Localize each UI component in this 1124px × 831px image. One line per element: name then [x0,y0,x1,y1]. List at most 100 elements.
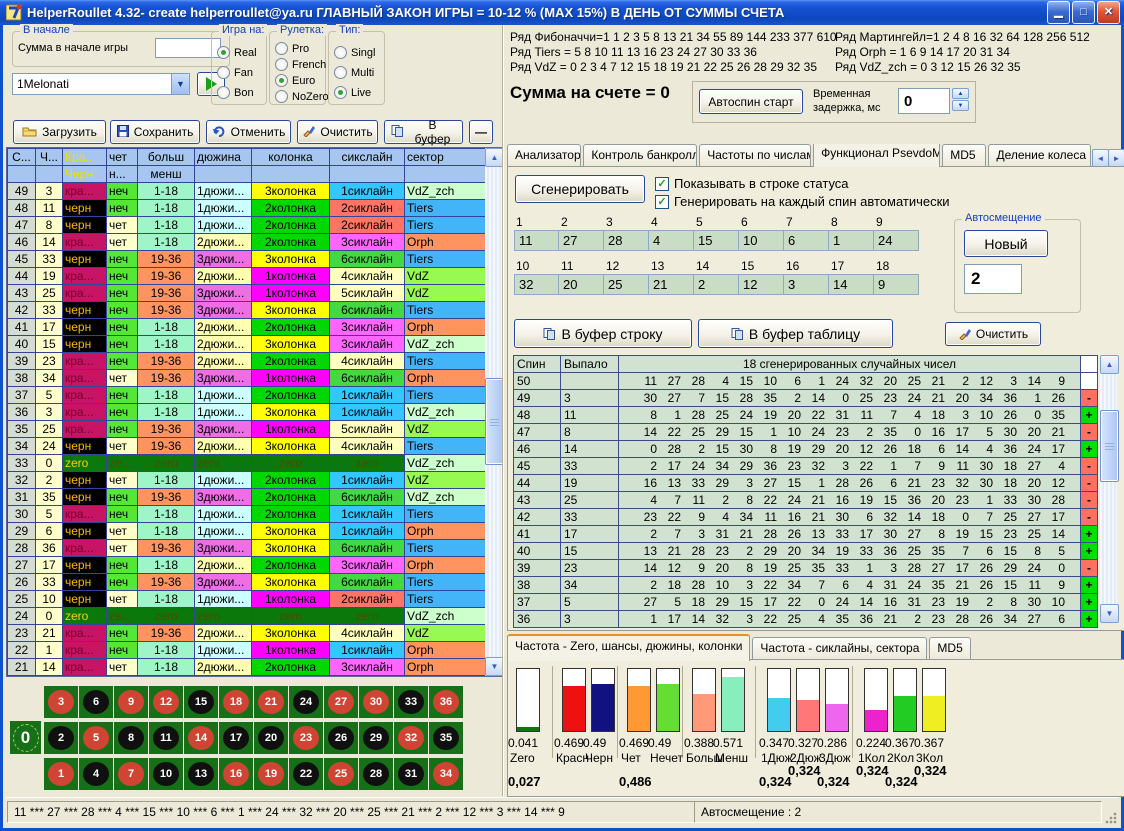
spins-row[interactable]: 44 19 161333293271512826621233230182012 … [514,475,1098,492]
board-cell-35[interactable]: 35 [429,722,463,754]
board-cell-31[interactable]: 31 [394,758,428,790]
tab-1[interactable]: Частота - сиклайны, сектора [752,637,927,660]
spins-row[interactable]: 46 14 0282153081929201226186144362417 + [514,441,1098,458]
preset-combobox[interactable]: 1Melonati ▼ [12,73,190,95]
spins-row[interactable]: 38 34 218281032234764312435212615119 + [514,577,1098,594]
generate-button[interactable]: Сгенерировать [515,175,645,203]
scroll-thumb[interactable] [1100,410,1119,482]
board-cell-22[interactable]: 22 [289,758,323,790]
undo-button[interactable]: Отменить [206,120,291,144]
history-row[interactable]: 322чернчет1-181дюжи...2колонка1сиклайнVd… [8,472,486,489]
board-cell-6[interactable]: 6 [79,686,113,718]
board-cell-18[interactable]: 18 [219,686,253,718]
radio-Bon[interactable]: Bon [217,86,254,99]
board-cell-32[interactable]: 32 [394,722,428,754]
history-row[interactable]: 4015черннеч1-182дюжи...3колонка3сиклайнV… [8,336,486,353]
board-cell-7[interactable]: 7 [114,758,148,790]
board-zero-cell[interactable]: 0 [10,721,41,754]
radio-NoZero[interactable]: NoZero [275,90,329,103]
combo-dropdown-icon[interactable]: ▼ [171,74,189,94]
history-row[interactable]: 478чернчет1-181дюжи...2колонка2сиклайнTi… [8,217,486,234]
history-row[interactable]: 221кра...неч1-181дюжи...1колонка1сиклайн… [8,642,486,659]
board-cell-13[interactable]: 13 [184,758,218,790]
board-cell-4[interactable]: 4 [79,758,113,790]
board-cell-17[interactable]: 17 [219,722,253,754]
spins-row[interactable]: 45 33 217243429362332322179113018274 - [514,458,1098,475]
board-cell-27[interactable]: 27 [324,686,358,718]
radio-Pro[interactable]: Pro [275,42,309,55]
board-cell-28[interactable]: 28 [359,758,393,790]
board-cell-12[interactable]: 12 [149,686,183,718]
resize-grip[interactable] [1104,811,1117,824]
board-cell-10[interactable]: 10 [149,758,183,790]
tab-3[interactable]: Функционал PsevdoMS [813,144,940,167]
spins-row[interactable]: 37 5 27518291517220241416312319283010 + [514,594,1098,611]
history-row[interactable]: 240zeroze...zerozerozerozeroVdZ_zch [8,608,486,625]
tab-1[interactable]: Контроль банкролла [583,144,697,167]
history-row[interactable]: 3525кра...неч19-363дюжи...1колонка5сикла… [8,421,486,438]
scroll-up-icon[interactable]: ▲ [1100,355,1119,374]
board-cell-2[interactable]: 2 [44,722,78,754]
tab-5[interactable]: Деление колеса на [988,144,1091,167]
tab-4[interactable]: MD5 [942,144,986,167]
board-cell-11[interactable]: 11 [149,722,183,754]
generated-spins-table[interactable]: Спин Выпало 18 сгенерированных случайных… [513,355,1098,628]
spins-row[interactable]: 43 25 4711282224211619153620231333028 - [514,492,1098,509]
history-row[interactable]: 2014кра...чет1-182дюжи...2колонка3сиклай… [8,676,486,678]
clear-generated-button[interactable]: Очистить [945,322,1041,346]
delay-up-icon[interactable]: ▲ [952,88,969,99]
history-row[interactable]: 4614кра...чет1-182дюжи...2колонка3сиклай… [8,234,486,251]
history-row[interactable]: 3834кра...чет19-363дюжи...1колонка6сикла… [8,370,486,387]
board-cell-25[interactable]: 25 [324,758,358,790]
spins-row[interactable]: 40 15 1321282322920341933362535761585 + [514,543,1098,560]
board-cell-24[interactable]: 24 [289,686,323,718]
history-row[interactable]: 4325кра...неч19-363дюжи...1колонка5сикла… [8,285,486,302]
radio-Euro[interactable]: Euro [275,74,315,87]
history-row[interactable]: 2114кра...чет1-182дюжи...2колонка3сиклай… [8,659,486,676]
history-row[interactable]: 2510чернчет1-181дюжи...1колонка2сиклайнT… [8,591,486,608]
spins-row[interactable]: 47 8 14222529151102423235016175302021 - [514,424,1098,441]
spins-row[interactable]: 49 3 30277152835214025232421203436126 - [514,390,1098,407]
checkbox-icon[interactable]: ✓ [655,195,669,209]
autooffset-input[interactable] [964,264,1022,294]
history-row[interactable]: 4233черннеч19-363дюжи...3колонка6сиклайн… [8,302,486,319]
spins-row[interactable]: 48 11 812825241920223111741831026035 + [514,407,1098,424]
board-cell-34[interactable]: 34 [429,758,463,790]
history-row[interactable]: 375кра...неч1-181дюжи...2колонка1сиклайн… [8,387,486,404]
history-row[interactable]: 4533черннеч19-363дюжи...3колонка6сиклайн… [8,251,486,268]
board-cell-8[interactable]: 8 [114,722,148,754]
radio-Live[interactable]: Live [334,86,371,99]
close-button[interactable]: ✕ [1097,1,1120,24]
history-row[interactable]: 3923кра...неч19-362дюжи...2колонка4сикла… [8,353,486,370]
board-cell-16[interactable]: 16 [219,758,253,790]
buffer-table-button[interactable]: В буфер таблицу [698,319,893,348]
board-cell-26[interactable]: 26 [324,722,358,754]
buffer-row-button[interactable]: В буфер строку [514,319,692,348]
tabs-scroll-left-icon[interactable]: ◄ [1092,149,1109,167]
tab-2[interactable]: Частоты по числам [699,144,811,167]
radio-Fan[interactable]: Fan [217,66,253,79]
tabs-scroll-right-icon[interactable]: ► [1108,149,1124,167]
radio-Multi[interactable]: Multi [334,66,374,79]
spins-row[interactable]: 39 23 1412920819253533132827172629240 - [514,560,1098,577]
checkbox-generate-each-spin[interactable]: ✓ Генерировать на каждый спин автоматиче… [655,194,950,209]
board-cell-15[interactable]: 15 [184,686,218,718]
maximize-button[interactable]: □ [1072,1,1095,24]
radio-Real[interactable]: Real [217,46,257,59]
board-cell-3[interactable]: 3 [44,686,78,718]
board-cell-20[interactable]: 20 [254,722,288,754]
history-row[interactable]: 2836кра...чет19-363дюжи...3колонка6сикла… [8,540,486,557]
autospin-start-button[interactable]: Автоспин старт [699,89,803,114]
title-bar[interactable]: HelperRoullet 4.32- create helperroullet… [0,0,1124,25]
history-row[interactable]: 296чернчет1-181дюжи...3колонка1сиклайнOr… [8,523,486,540]
collapse-button[interactable]: — [469,120,493,144]
board-cell-14[interactable]: 14 [184,722,218,754]
spins-row[interactable]: 41 17 27331212826133317302781915232514 + [514,526,1098,543]
history-scrollbar[interactable]: ▲ ▼ [485,148,502,676]
board-cell-29[interactable]: 29 [359,722,393,754]
checkbox-icon[interactable]: ✓ [655,177,669,191]
board-cell-5[interactable]: 5 [79,722,113,754]
tab-0[interactable]: Частота - Zero, шансы, дюжины, колонки [507,634,750,661]
checkbox-show-status[interactable]: ✓ Показывать в строке статуса [655,176,849,191]
copy-button[interactable]: В буфер [384,120,463,144]
